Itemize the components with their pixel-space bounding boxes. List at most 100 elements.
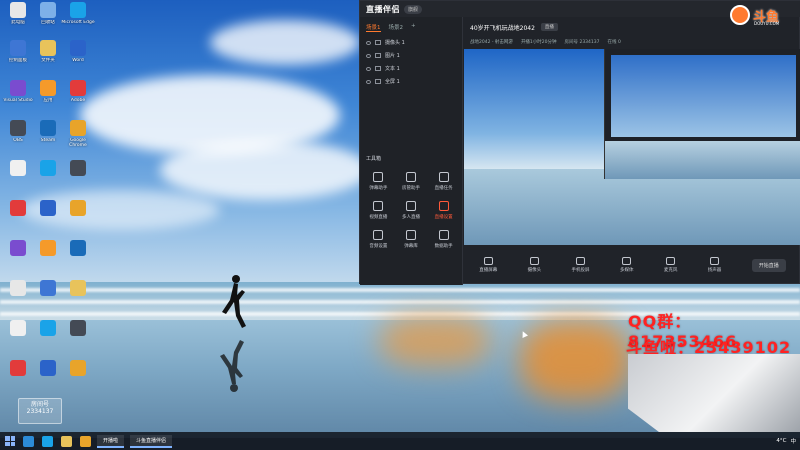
desktop-icon[interactable] <box>34 200 62 236</box>
desktop-icon[interactable] <box>4 320 32 356</box>
control-icon <box>529 257 539 265</box>
desktop-icon[interactable] <box>34 240 62 276</box>
nested-preview-sea <box>605 141 800 179</box>
tab-scene-2[interactable]: 场景2 <box>389 23 404 32</box>
desktop-icon[interactable] <box>64 360 92 396</box>
add-scene-button[interactable]: + <box>411 23 416 32</box>
desktop-icon[interactable] <box>34 320 62 356</box>
start-button[interactable] <box>5 436 15 446</box>
eye-icon[interactable] <box>366 53 371 58</box>
control-label: 直播屏幕 <box>479 268 498 273</box>
desktop-icon[interactable]: 文件夹 <box>34 40 62 76</box>
taskbar-app[interactable]: 斗鱼直播伴侣 <box>130 434 173 448</box>
douyu-brand: 斗鱼 DOUYU.COM <box>730 2 792 28</box>
desktop-icon[interactable] <box>4 200 32 236</box>
desktop-icon[interactable]: Adobe <box>64 80 92 116</box>
desktop-icon[interactable]: 回收站 <box>34 2 62 38</box>
app-icon <box>40 80 56 96</box>
toolbox-item[interactable]: 弹幕助手 <box>362 172 395 191</box>
desktop-icon[interactable]: 控制面板 <box>4 40 32 76</box>
toolbox-item[interactable]: 直播任务 <box>427 172 460 191</box>
desktop-icon[interactable] <box>34 360 62 396</box>
desktop-icon-label: OBS <box>13 138 23 143</box>
desktop-icon[interactable]: OBS <box>4 120 32 156</box>
eye-icon[interactable] <box>366 40 371 45</box>
live-companion-window[interactable]: 直播伴侣 旗舰 场景1 场景2 + 摄像头 1 图片 1 文本 1 全屏 1 工… <box>359 0 800 285</box>
desktop-icon[interactable] <box>64 200 92 236</box>
toolbox-item[interactable]: 多人直播 <box>395 201 428 220</box>
tool-icon <box>373 230 384 240</box>
search-icon[interactable] <box>23 435 34 447</box>
desktop-icon[interactable] <box>34 160 62 196</box>
desktop-icon-label: 此电脑 <box>11 20 25 25</box>
desktop-icon[interactable] <box>64 280 92 316</box>
stream-control-button[interactable]: 手机投屏 <box>572 257 590 273</box>
desktop-icon[interactable]: Steam <box>34 120 62 156</box>
desktop-icon[interactable]: Google Chrome <box>64 120 92 156</box>
app-icon <box>70 200 86 216</box>
weather-text[interactable]: 4°C <box>776 438 786 444</box>
toolbox-item[interactable]: 视频直播 <box>362 201 395 220</box>
app-icon <box>10 200 26 216</box>
streamer-avatar-overlay: 房间号 2334137 <box>18 398 62 424</box>
desktop-icon[interactable] <box>4 280 32 316</box>
toolbox-item[interactable]: 弹幕库 <box>395 230 428 249</box>
eye-icon[interactable] <box>366 79 371 84</box>
desktop-icon[interactable] <box>34 280 62 316</box>
tab-scene-1[interactable]: 场景1 <box>366 23 381 32</box>
source-row[interactable]: 图片 1 <box>360 49 462 62</box>
source-label: 图片 1 <box>385 53 400 59</box>
desktop-icon[interactable]: Visual Studio <box>3 80 33 116</box>
desktop-icon[interactable] <box>64 240 92 276</box>
room-title[interactable]: 40岁开飞机玩战地2042 <box>470 23 535 32</box>
taskbar-app[interactable]: 开播啦 <box>97 434 125 448</box>
toolbox-item[interactable]: 数据助手 <box>427 230 460 249</box>
app-icon <box>70 120 86 136</box>
desktop-icon[interactable] <box>4 160 32 196</box>
desktop-icon[interactable]: Word <box>64 40 92 76</box>
app-icon <box>70 80 86 96</box>
ime-indicator[interactable]: 中 <box>790 437 796 445</box>
control-label: 摄像头 <box>527 268 542 273</box>
desktop-icon[interactable] <box>64 320 92 356</box>
edge-icon[interactable] <box>42 435 53 447</box>
source-row[interactable]: 文本 1 <box>360 62 462 75</box>
toolbox-item[interactable]: 直播设置 <box>427 201 460 220</box>
stream-control-button[interactable]: 直播屏幕 <box>479 257 497 273</box>
control-label: 麦克风 <box>663 268 678 273</box>
source-label: 文本 1 <box>385 66 400 72</box>
desktop-icon[interactable]: Microsoft Edge <box>61 2 95 38</box>
stream-control-button[interactable]: 多媒体 <box>620 257 633 273</box>
stream-control-button[interactable]: 扬声器 <box>708 257 721 273</box>
stream-control-button[interactable]: 摄像头 <box>527 257 542 273</box>
start-live-button[interactable]: 开始直播 <box>751 258 786 272</box>
toolbox-item[interactable]: 音频设置 <box>362 230 395 249</box>
desktop-icon[interactable] <box>64 160 92 196</box>
chrome-icon[interactable] <box>80 435 91 447</box>
tool-icon <box>438 201 449 211</box>
preview-area: 40岁开飞机玩战地2042 直播 战地2042 - 射击网游 开播1小时20分钟… <box>464 17 800 285</box>
desktop-icon[interactable] <box>4 360 32 396</box>
app-icon <box>10 320 26 336</box>
app-icon <box>10 360 26 376</box>
toolbox-label: 音频设置 <box>369 244 388 249</box>
toolbox-item[interactable]: 房管助手 <box>395 172 428 191</box>
stream-preview[interactable] <box>464 49 800 245</box>
stream-control-button[interactable]: 麦克风 <box>663 257 678 273</box>
image-icon <box>375 53 381 58</box>
live-duration: 开播1小时20分钟 <box>520 40 557 45</box>
desktop-icon[interactable]: 应用 <box>34 80 62 116</box>
desktop-icon-label: Adobe <box>70 98 86 103</box>
source-row[interactable]: 摄像头 1 <box>360 36 462 49</box>
eye-icon[interactable] <box>366 66 371 71</box>
desktop-icon[interactable] <box>4 240 32 276</box>
monitor-icon <box>375 79 381 84</box>
toolbox-label: 多人直播 <box>401 215 420 220</box>
qq-label: QQ群： <box>628 312 692 331</box>
sunset-reflection <box>520 320 630 400</box>
folder-icon[interactable] <box>61 435 72 447</box>
app-icon <box>10 120 26 136</box>
source-row[interactable]: 全屏 1 <box>360 75 462 88</box>
control-label: 手机投屏 <box>571 268 590 273</box>
desktop-icon[interactable]: 此电脑 <box>4 2 32 38</box>
